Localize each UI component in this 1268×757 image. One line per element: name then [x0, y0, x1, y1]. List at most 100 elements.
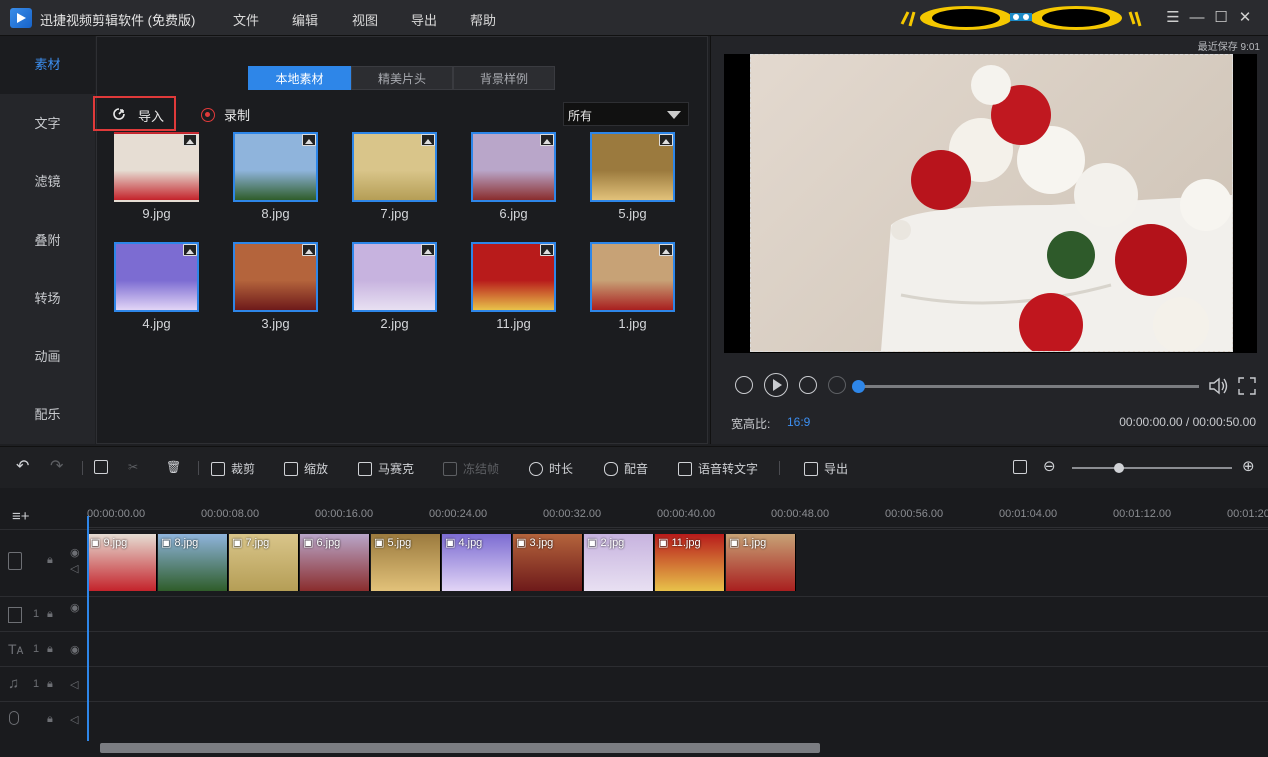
media-item[interactable]: 8.jpg [233, 132, 318, 221]
speaker-icon[interactable]: ◁ [70, 713, 78, 726]
timeline-clip[interactable]: ▣ 1.jpg [726, 534, 796, 591]
menu-view[interactable]: 视图 [352, 10, 378, 29]
maximize-icon[interactable]: ☐ [1210, 7, 1232, 29]
nav-transition[interactable]: 转场 [0, 270, 95, 328]
media-item[interactable]: 3.jpg [233, 242, 318, 331]
zoom-out-icon[interactable]: ⊖ [1043, 457, 1056, 475]
delete-icon[interactable]: 🗑 [166, 460, 181, 474]
media-item-name: 1.jpg [618, 316, 647, 331]
preview-screen[interactable] [724, 54, 1257, 357]
media-item[interactable]: 2.jpg [352, 242, 437, 331]
export-button[interactable]: 导出 [804, 460, 848, 477]
import-icon [113, 108, 125, 120]
tab-backgrounds[interactable]: 背景样例 [453, 66, 555, 90]
nav-text[interactable]: 文字 [0, 95, 95, 153]
lock-icon[interactable]: 🔒︎ [47, 678, 53, 691]
image-icon [659, 134, 673, 146]
redo-icon[interactable]: ↷ [50, 456, 63, 476]
zoom-button[interactable]: 缩放 [284, 460, 328, 477]
media-item[interactable]: 5.jpg [590, 132, 675, 221]
zoom-slider[interactable] [1072, 467, 1232, 469]
speaker-icon[interactable]: ◁ [70, 562, 78, 575]
dub-button[interactable]: 配音 [604, 460, 648, 477]
nav-material[interactable]: 素材 [0, 36, 95, 94]
nav-overlay[interactable]: 叠附 [0, 212, 95, 270]
nav-filter[interactable]: 滤镜 [0, 153, 95, 211]
record-button[interactable]: 录制 [201, 105, 250, 124]
import-label: 导入 [138, 109, 165, 124]
preview-canvas[interactable] [750, 54, 1233, 357]
timeline-clip[interactable]: ▣ 9.jpg [87, 534, 157, 591]
app-title: 迅捷视频剪辑软件 (免费版) [40, 13, 196, 28]
menu-help[interactable]: 帮助 [470, 10, 496, 29]
lock-icon[interactable]: 🔒︎ [47, 643, 53, 656]
lock-icon[interactable]: 🔒︎ [47, 608, 53, 621]
freeze-frame-button[interactable]: 冻结帧 [443, 460, 499, 477]
eye-icon[interactable]: ◉ [70, 601, 80, 614]
timeline-clip[interactable]: ▣ 7.jpg [229, 534, 299, 591]
media-item[interactable]: 9.jpg [114, 132, 199, 221]
horizontal-scrollbar[interactable] [100, 743, 820, 753]
tab-intros[interactable]: 精美片头 [351, 66, 453, 90]
media-item[interactable]: 11.jpg [471, 242, 556, 331]
menu-file[interactable]: 文件 [233, 10, 259, 29]
menu-edit[interactable]: 编辑 [292, 10, 318, 29]
zoom-slider-handle[interactable] [1114, 463, 1124, 473]
timeline-clip[interactable]: ▣ 5.jpg [371, 534, 441, 591]
mosaic-button[interactable]: 马赛克 [358, 460, 414, 477]
timeline-clip[interactable]: ▣ 2.jpg [584, 534, 654, 591]
ruler-tick-label: 00:01:12.00 [1113, 508, 1172, 520]
clip-label: ▣ 1.jpg [729, 537, 767, 549]
aspect-ratio-value[interactable]: 16:9 [787, 415, 810, 429]
media-item[interactable]: 6.jpg [471, 132, 556, 221]
speech-to-text-button[interactable]: 语音转文字 [678, 460, 758, 477]
timeline-clip[interactable]: ▣ 4.jpg [442, 534, 512, 591]
import-button[interactable]: 导入 [93, 96, 176, 131]
timeline: ≡+ 00:00:00.00 00:00:08.00 00:00:16.00 00:0… [0, 488, 1268, 757]
next-frame-icon[interactable] [799, 376, 817, 394]
media-item[interactable]: 4.jpg [114, 242, 199, 331]
nav-music[interactable]: 配乐 [0, 386, 95, 444]
filter-dropdown[interactable]: 所有 [563, 102, 689, 126]
duration-button[interactable]: 时长 [529, 460, 573, 477]
fullscreen-icon[interactable] [1237, 376, 1257, 396]
timeline-clip[interactable]: ▣ 3.jpg [513, 534, 583, 591]
zoom-in-icon[interactable]: ⊕ [1242, 457, 1255, 475]
volume-icon[interactable] [1208, 376, 1230, 396]
eye-icon[interactable]: ◉ [70, 546, 80, 559]
mascot-icon [900, 6, 1142, 30]
image-icon [540, 134, 554, 146]
media-item[interactable]: 7.jpg [352, 132, 437, 221]
clip-label: ▣ 7.jpg [232, 537, 270, 549]
play-icon[interactable] [764, 373, 788, 397]
export-icon [804, 462, 818, 476]
cut-icon[interactable]: ✂ [128, 460, 138, 474]
playhead[interactable] [87, 516, 89, 741]
track-number: 1 [33, 608, 40, 620]
time-ruler[interactable]: 00:00:00.00 00:00:08.00 00:00:16.00 00:00:2… [87, 488, 1268, 528]
prev-frame-icon[interactable] [735, 376, 753, 394]
media-item[interactable]: 1.jpg [590, 242, 675, 331]
stop-icon[interactable] [828, 376, 846, 394]
timeline-clip[interactable]: ▣ 11.jpg [655, 534, 725, 591]
fit-icon[interactable] [1013, 460, 1033, 474]
tab-local-media[interactable]: 本地素材 [248, 66, 351, 90]
timeline-clip[interactable]: ▣ 6.jpg [300, 534, 370, 591]
lock-icon[interactable]: 🔒︎ [47, 554, 53, 567]
speaker-icon[interactable]: ◁ [70, 678, 78, 691]
menu-export[interactable]: 导出 [411, 10, 437, 29]
add-track-icon[interactable]: ≡+ [12, 508, 30, 525]
eye-icon[interactable]: ◉ [70, 643, 80, 656]
menu-icon[interactable]: ☰ [1162, 7, 1184, 29]
undo-icon[interactable]: ↶ [16, 456, 29, 476]
image-icon [421, 134, 435, 146]
progress-bar[interactable] [859, 385, 1199, 388]
edit-icon[interactable] [94, 460, 114, 474]
minimize-icon[interactable]: — [1186, 7, 1208, 29]
crop-button[interactable]: 裁剪 [211, 460, 255, 477]
nav-animation[interactable]: 动画 [0, 328, 95, 386]
lock-icon[interactable]: 🔒︎ [47, 713, 53, 726]
timeline-clip[interactable]: ▣ 8.jpg [158, 534, 228, 591]
close-icon[interactable]: ✕ [1234, 7, 1256, 29]
progress-handle[interactable] [852, 380, 865, 393]
